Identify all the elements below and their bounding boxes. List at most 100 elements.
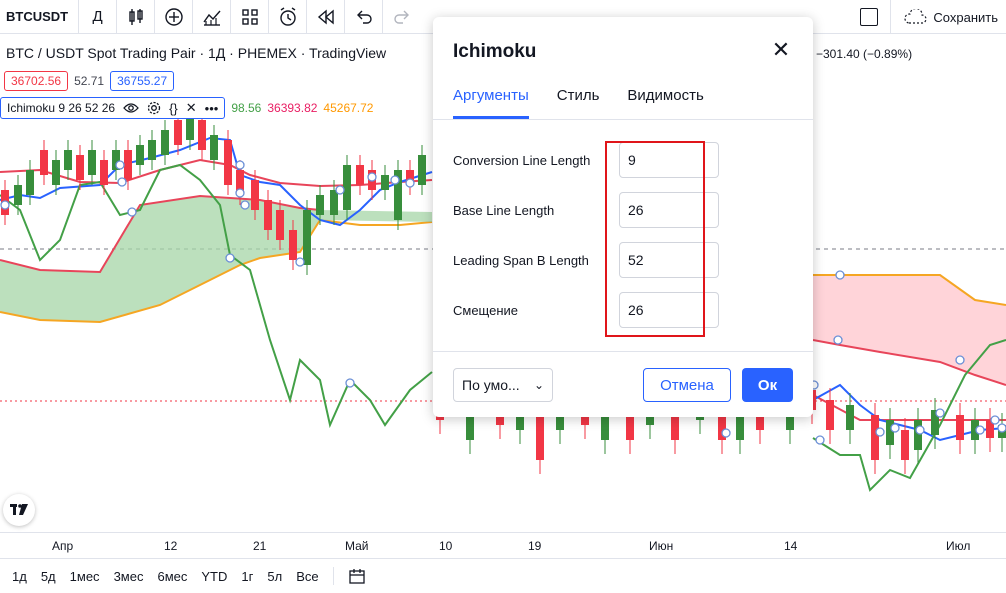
- time-label: Июл: [946, 539, 971, 553]
- range-3m[interactable]: 3мес: [114, 569, 144, 584]
- candle-body: [381, 175, 389, 190]
- candle-body: [161, 130, 169, 155]
- candle-body: [100, 160, 108, 185]
- candle-body: [251, 180, 259, 210]
- pivot-marker: [240, 200, 250, 210]
- range-1y[interactable]: 1г: [241, 569, 253, 584]
- pivot-marker: [127, 207, 137, 217]
- tab-style[interactable]: Стиль: [557, 87, 600, 119]
- candle-body: [124, 150, 132, 180]
- source-code-icon[interactable]: {}: [169, 101, 178, 116]
- range-ytd[interactable]: YTD: [201, 569, 227, 584]
- more-icon[interactable]: •••: [205, 101, 219, 116]
- indicator-value-2: 36393.82: [267, 101, 318, 115]
- indicators-icon[interactable]: [193, 0, 232, 34]
- sell-price-button[interactable]: 36702.56: [4, 71, 69, 91]
- candle-body: [264, 200, 272, 230]
- candle-body: [198, 120, 206, 150]
- candle-body: [330, 190, 338, 215]
- undo-icon[interactable]: [345, 0, 384, 34]
- candle-body: [356, 165, 364, 185]
- candle-body: [26, 170, 34, 195]
- pivot-marker: [915, 425, 925, 435]
- pivot-marker: [835, 270, 845, 280]
- candle-body: [148, 140, 156, 160]
- symbol-search[interactable]: BTCUSDT: [0, 0, 80, 34]
- time-label: 14: [784, 539, 798, 553]
- defaults-dropdown[interactable]: По умо... ⌄: [453, 368, 553, 402]
- candle-body: [76, 155, 84, 180]
- candle-body: [303, 210, 311, 265]
- tradingview-logo[interactable]: [3, 494, 35, 526]
- candle-body: [136, 145, 144, 165]
- indicator-legend: Ichimoku 9 26 52 26 {} ✕ ••• 98.56 36393…: [0, 97, 373, 119]
- candle-body: [210, 135, 218, 160]
- replay-icon[interactable]: [307, 0, 346, 34]
- cancel-button[interactable]: Отмена: [643, 368, 731, 402]
- add-indicator-icon[interactable]: [155, 0, 194, 34]
- candle-body: [40, 150, 48, 175]
- candles-icon[interactable]: [117, 0, 156, 34]
- pivot-marker: [405, 178, 415, 188]
- range-1d[interactable]: 1д: [12, 569, 27, 584]
- pivot-marker: [975, 425, 985, 435]
- pivot-marker: [115, 160, 125, 170]
- time-label: Апр: [52, 539, 74, 553]
- divider: [332, 567, 334, 585]
- alert-icon[interactable]: [269, 0, 308, 34]
- base-line-length-label: Base Line Length: [453, 202, 555, 218]
- save-button[interactable]: Сохранить: [890, 0, 998, 34]
- candle-body: [276, 210, 284, 240]
- redo-icon[interactable]: [383, 0, 421, 34]
- range-5d[interactable]: 5д: [41, 569, 56, 584]
- tab-arguments[interactable]: Аргументы: [453, 87, 529, 119]
- time-label: Июн: [649, 539, 674, 553]
- candle-body: [88, 150, 96, 175]
- indicator-value-1: 98.56: [231, 101, 262, 115]
- time-label: Май: [345, 539, 369, 553]
- candle-body: [914, 420, 922, 450]
- eye-icon[interactable]: [123, 102, 139, 114]
- layout-icon[interactable]: [231, 0, 270, 34]
- pivot-marker: [935, 408, 945, 418]
- indicator-value-3: 45267.72: [323, 101, 374, 115]
- candle-body: [52, 160, 60, 185]
- range-6m[interactable]: 6мес: [157, 569, 187, 584]
- range-1m[interactable]: 1мес: [70, 569, 100, 584]
- range-all[interactable]: Все: [296, 569, 318, 584]
- pivot-marker: [295, 257, 305, 267]
- time-label: 19: [528, 539, 542, 553]
- date-range-icon[interactable]: [348, 568, 366, 584]
- divider: [433, 119, 813, 120]
- pivot-marker: [875, 427, 885, 437]
- range-bar: 1д 5д 1мес 3мес 6мес YTD 1г 5л Все: [0, 558, 1006, 593]
- pivot-marker: [721, 428, 731, 438]
- price-change: −301.40 (−0.89%): [816, 47, 913, 61]
- range-5y[interactable]: 5л: [267, 569, 282, 584]
- pivot-marker: [235, 160, 245, 170]
- candle-body: [64, 150, 72, 170]
- pivot-marker: [367, 172, 377, 182]
- time-label: 10: [439, 539, 453, 553]
- indicator-legend-box[interactable]: Ichimoku 9 26 52 26 {} ✕ •••: [0, 97, 226, 119]
- fullscreen-icon[interactable]: [860, 8, 879, 26]
- pivot-marker: [390, 175, 400, 185]
- spread-value: 52.71: [74, 74, 105, 88]
- candle-body: [289, 230, 297, 260]
- candle-body: [826, 400, 834, 430]
- pivot-marker: [990, 415, 1000, 425]
- ok-button[interactable]: Ок: [742, 368, 793, 402]
- buy-price-button[interactable]: 36755.27: [110, 71, 175, 91]
- candle-body: [224, 140, 232, 185]
- leading-span-b-length-label: Leading Span B Length: [453, 252, 589, 268]
- settings-icon[interactable]: [147, 101, 161, 115]
- remove-icon[interactable]: ✕: [186, 100, 197, 116]
- interval-button[interactable]: Д: [79, 0, 118, 34]
- tab-visibility[interactable]: Видимость: [627, 87, 703, 119]
- time-axis[interactable]: Апр 12 21 Май 10 19 Июн 14 Июл: [0, 532, 1006, 558]
- chevron-down-icon: ⌄: [533, 378, 544, 392]
- candle-body: [343, 165, 351, 210]
- close-icon[interactable]: ✕: [769, 39, 793, 63]
- candle-body: [14, 185, 22, 205]
- defaults-label: По умо...: [462, 377, 520, 393]
